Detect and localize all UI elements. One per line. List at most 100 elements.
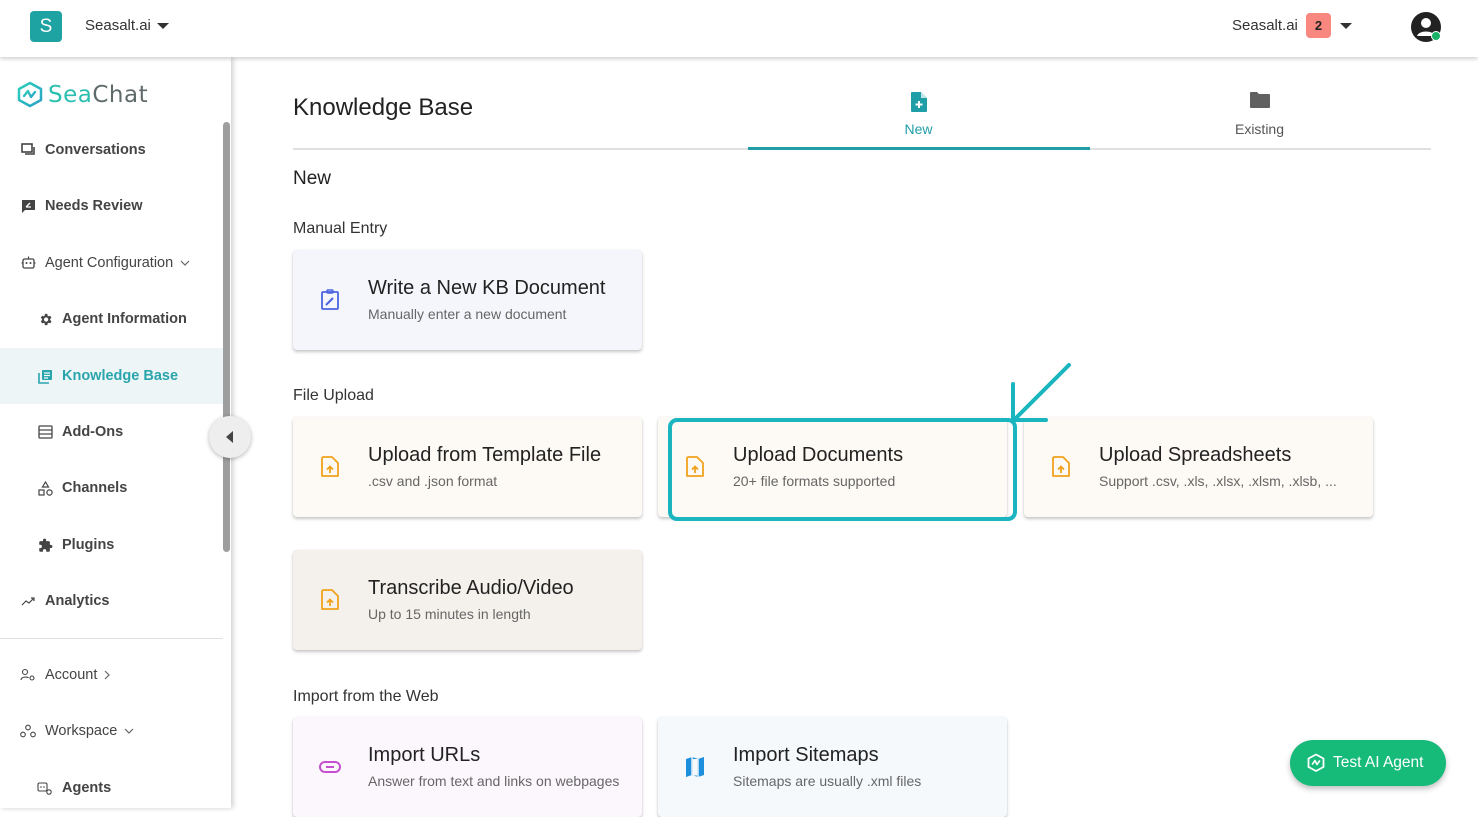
file-plus-icon — [910, 91, 928, 118]
card-title: Transcribe Audio/Video — [368, 577, 574, 599]
card-import-urls[interactable]: Import URLs Answer from text and links o… — [293, 717, 642, 817]
card-write-kb-document[interactable]: Write a New KB Document Manually enter a… — [293, 250, 642, 350]
link-icon — [319, 756, 341, 778]
workspace-circles-icon — [20, 723, 36, 739]
card-title: Upload Spreadsheets — [1099, 444, 1292, 466]
sidebar-item-account[interactable]: Account — [0, 647, 223, 703]
map-icon — [684, 756, 706, 778]
group-label-file-upload: File Upload — [293, 387, 374, 404]
user-avatar[interactable] — [1410, 11, 1442, 43]
chevron-down-icon — [180, 260, 190, 266]
robot-icon — [20, 255, 36, 271]
sidebar-item-agent-information[interactable]: Agent Information — [0, 291, 223, 347]
sidebar-item-label: Needs Review — [45, 198, 143, 214]
tab-new[interactable]: New — [748, 85, 1089, 150]
folder-icon — [1249, 91, 1271, 114]
sidebar-item-add-ons[interactable]: Add-Ons — [0, 404, 223, 460]
card-subtitle: Up to 15 minutes in length — [368, 606, 531, 622]
sidebar-item-label: Agent Configuration — [45, 255, 174, 271]
shapes-icon — [37, 480, 53, 496]
review-flag-icon — [20, 198, 36, 214]
main-content: Knowledge Base New Existing New Manual E… — [231, 57, 1478, 817]
sidebar-item-label: Conversations — [45, 142, 146, 158]
tab-bar: New Existing — [748, 85, 1431, 150]
sidebar-item-needs-review[interactable]: Needs Review — [0, 178, 223, 234]
sidebar-divider — [0, 638, 223, 639]
tab-existing[interactable]: Existing — [1089, 85, 1430, 150]
card-upload-spreadsheets[interactable]: Upload Spreadsheets Support .csv, .xls, … — [1024, 417, 1373, 517]
file-upload-icon — [319, 456, 341, 478]
sidebar-item-label: Add-Ons — [62, 424, 124, 440]
file-upload-icon — [684, 456, 706, 478]
chat-bubbles-icon — [20, 142, 36, 158]
card-subtitle: Answer from text and links on webpages — [368, 773, 620, 789]
workspace-switcher[interactable]: Seasalt.ai — [85, 17, 151, 34]
card-subtitle: .csv and .json format — [368, 473, 498, 489]
chevron-down-icon — [124, 728, 134, 734]
gear-icon — [37, 311, 53, 327]
sidebar-item-label: Knowledge Base — [62, 368, 179, 384]
caret-left-icon — [226, 431, 233, 443]
sidebar-item-agent-configuration[interactable]: Agent Configuration — [0, 235, 223, 291]
group-label-manual-entry: Manual Entry — [293, 220, 388, 237]
trending-up-icon — [20, 593, 36, 609]
tab-label: Existing — [1234, 121, 1285, 137]
list-box-icon — [37, 424, 53, 440]
active-tab-indicator — [748, 147, 1090, 150]
sidebar-item-label: Agent Information — [62, 311, 187, 327]
tab-label: New — [904, 121, 933, 137]
card-subtitle: Support .csv, .xls, .xlsx, .xlsm, .xlsb,… — [1099, 473, 1337, 489]
test-ai-agent-button[interactable]: Test AI Agent — [1290, 740, 1446, 786]
sidebar: SeaChat Conversations Needs Review Agent… — [0, 57, 231, 808]
sidebar-item-label: Account — [45, 667, 98, 683]
group-label-import-web: Import from the Web — [293, 688, 439, 705]
collapse-sidebar-button[interactable] — [209, 416, 251, 458]
seachat-logo[interactable]: SeaChat — [15, 81, 148, 109]
card-subtitle: Sitemaps are usually .xml files — [733, 773, 922, 789]
card-title: Upload Documents — [733, 444, 904, 466]
sidebar-item-label: Agents — [62, 780, 112, 796]
sidebar-item-knowledge-base[interactable]: Knowledge Base — [0, 348, 223, 404]
chevron-right-icon — [104, 670, 111, 680]
seachat-logo-icon — [17, 81, 43, 108]
file-upload-icon — [319, 589, 341, 611]
card-subtitle: 20+ file formats supported — [733, 473, 896, 489]
card-import-sitemaps[interactable]: Import Sitemaps Sitemaps are usually .xm… — [658, 717, 1007, 817]
card-title: Upload from Template File — [368, 444, 602, 466]
top-bar: S Seasalt.ai Seasalt.ai 2 — [0, 0, 1478, 57]
logo-text: SeaChat — [48, 82, 149, 108]
test-ai-agent-label: Test AI Agent — [1333, 754, 1424, 771]
sidebar-item-conversations[interactable]: Conversations — [0, 122, 223, 178]
seachat-agent-icon — [1306, 753, 1326, 773]
card-title: Write a New KB Document — [368, 277, 606, 299]
notification-badge[interactable]: 2 — [1306, 13, 1331, 38]
sidebar-scrollbar[interactable] — [223, 122, 230, 552]
workspace-dropdown-icon[interactable] — [157, 23, 169, 29]
sidebar-item-analytics[interactable]: Analytics — [0, 573, 223, 629]
card-upload-template-file[interactable]: Upload from Template File .csv and .json… — [293, 417, 642, 517]
puzzle-icon — [37, 537, 53, 553]
sidebar-item-plugins[interactable]: Plugins — [0, 517, 223, 573]
account-circle-icon — [1411, 12, 1441, 42]
card-upload-documents[interactable]: Upload Documents 20+ file formats suppor… — [658, 417, 1007, 517]
agents-cog-icon — [37, 780, 53, 796]
section-title: New — [293, 168, 332, 189]
org-name[interactable]: Seasalt.ai — [1232, 17, 1298, 34]
account-cog-icon — [20, 667, 36, 683]
card-title: Import Sitemaps — [733, 744, 879, 766]
card-subtitle: Manually enter a new document — [368, 306, 567, 322]
sidebar-item-channels[interactable]: Channels — [0, 460, 223, 516]
sidebar-item-label: Channels — [62, 480, 128, 496]
clipboard-edit-icon — [319, 289, 341, 311]
sidebar-item-label: Plugins — [62, 537, 115, 553]
workspace-badge[interactable]: S — [30, 11, 62, 42]
org-dropdown-icon[interactable] — [1340, 23, 1352, 29]
sidebar-item-label: Workspace — [45, 723, 118, 739]
card-transcribe-audio-video[interactable]: Transcribe Audio/Video Up to 15 minutes … — [293, 550, 642, 650]
file-upload-icon — [1050, 456, 1072, 478]
library-icon — [37, 368, 53, 384]
page-title: Knowledge Base — [293, 94, 474, 121]
sidebar-item-label: Analytics — [45, 593, 110, 609]
card-title: Import URLs — [368, 744, 481, 766]
sidebar-item-workspace[interactable]: Workspace — [0, 703, 223, 759]
